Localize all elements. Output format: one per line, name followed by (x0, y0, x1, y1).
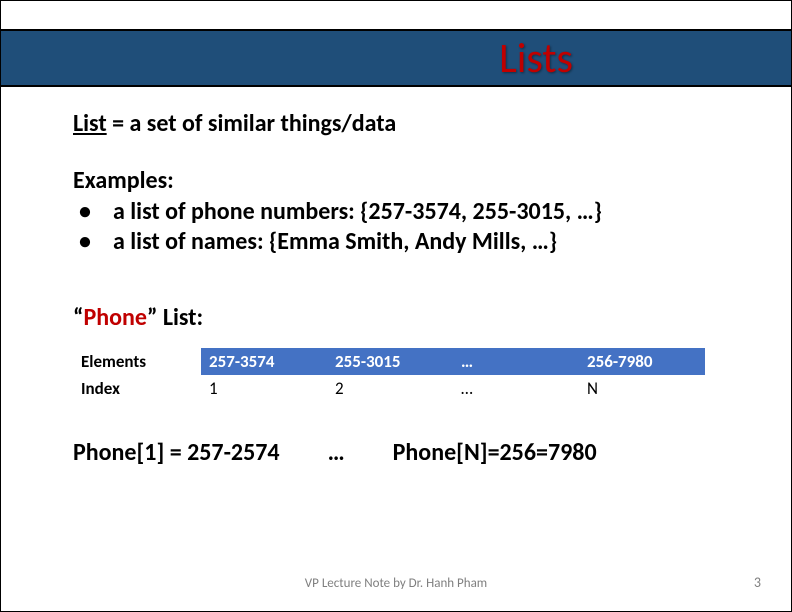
example-text-2: a list of names: {Emma Smith, Andy Mills… (113, 227, 557, 257)
slide-title: Lists (499, 33, 573, 84)
table: Elements 257-3574 255-3015 … 256-7980 In… (73, 348, 705, 402)
bullet-icon: • (73, 197, 113, 227)
index-cell: … (453, 375, 579, 402)
phone-word: Phone (83, 303, 147, 332)
table-row-elements: Elements 257-3574 255-3015 … 256-7980 (73, 348, 705, 375)
definition-term: List (73, 109, 107, 138)
example-bullet-1: • a list of phone numbers: {257-3574, 25… (73, 197, 719, 227)
phone-table: Elements 257-3574 255-3015 … 256-7980 In… (73, 348, 719, 402)
access-expressions: Phone[1] = 257-2574 … Phone[N]=256=7980 (73, 438, 719, 467)
definition-line: List = a set of similar things/data (73, 109, 719, 138)
index-cell: 2 (327, 375, 453, 402)
index-cell: N (579, 375, 705, 402)
example-bullet-2: • a list of names: {Emma Smith, Andy Mil… (73, 227, 719, 257)
example-text-1: a list of phone numbers: {257-3574, 255-… (113, 197, 602, 227)
element-cell: 256-7980 (579, 348, 705, 375)
row-label-elements: Elements (73, 348, 201, 375)
element-cell: 255-3015 (327, 348, 453, 375)
content-area: List = a set of similar things/data Exam… (73, 109, 719, 467)
title-bar: Lists (1, 29, 791, 87)
phone-list-label: “Phone” List: (73, 303, 719, 332)
index-cell: 1 (201, 375, 327, 402)
table-row-index: Index 1 2 … N (73, 375, 705, 402)
bullet-icon: • (73, 227, 113, 257)
quote-close-rest: ” List: (147, 303, 203, 332)
element-cell: … (453, 348, 579, 375)
examples-label: Examples: (73, 166, 719, 195)
element-cell: 257-3574 (201, 348, 327, 375)
page-number: 3 (754, 574, 761, 591)
slide: Lists List = a set of similar things/dat… (0, 0, 792, 612)
access-mid: … (328, 438, 345, 467)
access-left: Phone[1] = 257-2574 (73, 438, 280, 467)
access-right: Phone[N]=256=7980 (393, 438, 597, 467)
row-label-index: Index (73, 375, 201, 402)
definition-rest: = a set of similar things/data (107, 109, 397, 138)
footer-note: VP Lecture Note by Dr. Hanh Pham (1, 576, 791, 591)
quote-open: “ (73, 303, 83, 332)
